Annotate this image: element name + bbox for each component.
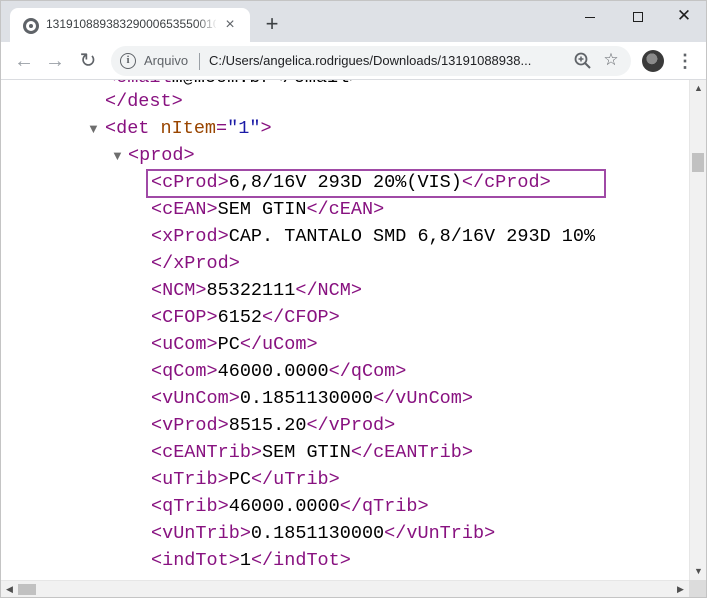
xml-line-cfop: <CFOP>6152</CFOP> bbox=[151, 307, 340, 328]
xml-line-qcom: <qCom>46000.0000</qCom> bbox=[151, 361, 407, 382]
xml-line-ncm: <NCM>85322111</NCM> bbox=[151, 280, 362, 301]
xml-line-vuntrib: <vUnTrib>0.1851130000</vUnTrib> bbox=[151, 523, 496, 544]
xml-line-dest-close: </dest> bbox=[105, 91, 183, 112]
xml-line-cprod: <cProd>6,8/16V 293D 20%(VIS)</cProd> bbox=[151, 172, 551, 193]
forward-button[interactable]: → bbox=[42, 48, 68, 74]
xml-line-prod-open: <prod> bbox=[128, 145, 195, 166]
xml-line-qtrib: <qTrib>46000.0000</qTrib> bbox=[151, 496, 429, 517]
tab-strip: 1319108893832900065355001000 × + ✕ bbox=[0, 0, 707, 43]
close-window-button[interactable]: ✕ bbox=[661, 1, 707, 31]
tab-title-fade bbox=[196, 13, 218, 37]
scheme-label: Arquivo bbox=[144, 53, 189, 68]
xml-line-xprod: <xProd>CAP. TANTALO SMD 6,8/16V 293D 10% bbox=[151, 226, 596, 247]
globe-icon bbox=[23, 18, 39, 34]
xml-line-ceantrib: <cEANTrib>SEM GTIN</cEANTrib> bbox=[151, 442, 473, 463]
scroll-up-arrow-icon[interactable]: ▲ bbox=[690, 80, 707, 97]
profile-avatar[interactable] bbox=[642, 50, 664, 72]
xml-line-vprod: <vProd>8515.20</vProd> bbox=[151, 415, 396, 436]
browser-tab[interactable]: 1319108893832900065355001000 × bbox=[10, 8, 250, 43]
horizontal-scrollbar[interactable]: ◀ ▶ bbox=[1, 580, 689, 597]
maximize-icon bbox=[633, 12, 643, 23]
address-separator bbox=[199, 53, 200, 70]
tab-close-button[interactable]: × bbox=[220, 15, 240, 35]
info-icon[interactable]: i bbox=[120, 53, 136, 69]
scrollbar-corner bbox=[689, 580, 706, 597]
zoom-icon[interactable] bbox=[573, 51, 593, 71]
address-bar[interactable]: i Arquivo C:/Users/angelica.rodrigues/Do… bbox=[111, 46, 631, 76]
xml-line-det-open: <det nItem="1"> bbox=[105, 118, 272, 139]
collapse-det-icon[interactable]: ▼ bbox=[87, 117, 100, 141]
scroll-left-arrow-icon[interactable]: ◀ bbox=[1, 581, 18, 598]
scroll-down-arrow-icon[interactable]: ▼ bbox=[690, 563, 707, 580]
scroll-right-arrow-icon[interactable]: ▶ bbox=[672, 581, 689, 598]
xml-line-utrib: <uTrib>PC</uTrib> bbox=[151, 469, 340, 490]
xml-viewer: <email…@…com.br</email> </dest> ▼ <det n… bbox=[1, 80, 689, 580]
xml-line-ucom: <uCom>PC</uCom> bbox=[151, 334, 318, 355]
minimize-icon bbox=[585, 16, 595, 18]
new-tab-button[interactable]: + bbox=[261, 12, 283, 36]
window-frame-left bbox=[0, 42, 1, 598]
bookmark-star-icon[interactable]: ☆ bbox=[601, 50, 621, 70]
reload-button[interactable]: ↻ bbox=[75, 48, 101, 74]
vertical-scrollbar[interactable]: ▲ ▼ bbox=[689, 80, 706, 580]
collapse-prod-icon[interactable]: ▼ bbox=[111, 144, 124, 168]
xml-line-email: <email…@…com.br</email> bbox=[105, 80, 360, 90]
xml-line-xprod-close: </xProd> bbox=[151, 253, 240, 274]
xml-line-cean: <cEAN>SEM GTIN</cEAN> bbox=[151, 199, 385, 220]
vertical-scroll-thumb[interactable] bbox=[692, 153, 704, 172]
browser-toolbar: ← → ↻ i Arquivo C:/Users/angelica.rodrig… bbox=[0, 42, 707, 80]
tab-title: 1319108893832900065355001000 bbox=[46, 17, 216, 31]
xml-line-indtot: <indTot>1</indTot> bbox=[151, 550, 351, 571]
menu-icon[interactable]: ⋮ bbox=[675, 50, 695, 72]
maximize-button[interactable] bbox=[615, 1, 661, 31]
back-button[interactable]: ← bbox=[11, 48, 37, 74]
url-text[interactable]: C:/Users/angelica.rodrigues/Downloads/13… bbox=[209, 53, 571, 68]
horizontal-scroll-thumb[interactable] bbox=[18, 584, 36, 595]
minimize-button[interactable] bbox=[567, 1, 613, 31]
xml-line-vuncom: <vUnCom>0.1851130000</vUnCom> bbox=[151, 388, 473, 409]
